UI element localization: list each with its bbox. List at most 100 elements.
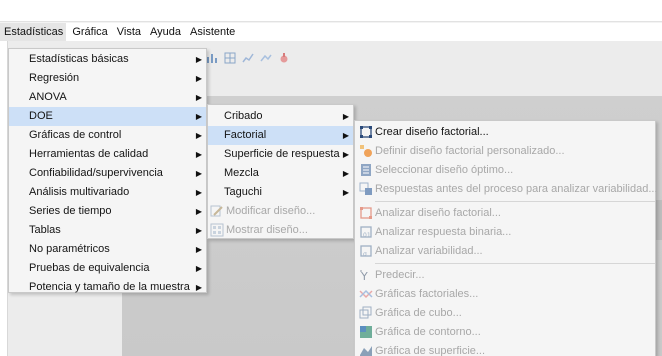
menubar-asistente[interactable]: Asistente <box>184 23 238 41</box>
select-optimal-design-icon <box>359 163 373 177</box>
surface-plot-icon <box>359 344 373 356</box>
menu-item-regresion[interactable]: Regresión ▶ <box>9 69 206 88</box>
menu-item-crear-diseno-factorial[interactable]: Crear diseño factorial... <box>355 123 655 142</box>
menu-separator <box>375 201 655 202</box>
menu-item-cribado[interactable]: Cribado ▶ <box>208 107 353 126</box>
menubar-ayuda[interactable]: Ayuda <box>144 23 184 41</box>
menu-item-label: Confiabilidad/supervivencia <box>29 167 163 179</box>
chart-grid-icon[interactable] <box>223 51 237 65</box>
menu-item-anova[interactable]: ANOVA ▶ <box>9 88 206 107</box>
menu-item-label: Modificar diseño... <box>226 205 316 217</box>
menu-item-label: No paramétricos <box>29 243 110 255</box>
menu-item-modificar-diseno[interactable]: Modificar diseño... <box>208 202 353 221</box>
menu-item-herramientas-de-calidad[interactable]: Herramientas de calidad ▶ <box>9 145 206 164</box>
menu-item-label: Herramientas de calidad <box>29 148 149 160</box>
scatter-icon[interactable] <box>241 51 255 65</box>
menu-item-analizar-variabilidad[interactable]: σ Analizar variabilidad... <box>355 242 655 261</box>
analyze-variability-icon: σ <box>359 244 373 258</box>
factorial-submenu: Crear diseño factorial... Definir diseño… <box>354 120 658 356</box>
menu-item-label: Superficie de respuesta <box>224 148 340 160</box>
left-panel-edge <box>0 41 8 356</box>
doe-submenu: Cribado ▶ Factorial ▶ Superficie de respue… <box>207 104 354 239</box>
menu-item-confiabilidad[interactable]: Confiabilidad/supervivencia ▶ <box>9 164 206 183</box>
submenu-arrow-icon: ▶ <box>195 93 202 102</box>
menu-item-label: Series de tiempo <box>29 205 112 217</box>
submenu-arrow-icon: ▶ <box>342 150 349 159</box>
menu-item-label: Analizar respuesta binaria... <box>375 226 512 238</box>
submenu-arrow-icon: ▶ <box>195 245 202 254</box>
submenu-arrow-icon: ▶ <box>342 169 349 178</box>
menu-item-label: Seleccionar diseño óptimo... <box>375 164 514 176</box>
show-design-icon <box>210 223 224 237</box>
factorial-plots-icon <box>359 287 373 301</box>
menu-item-label: Análisis multivariado <box>29 186 130 198</box>
bar-chart-icon[interactable] <box>205 51 219 65</box>
menu-item-definir-diseno-personalizado[interactable]: Definir diseño factorial personalizado..… <box>355 142 655 161</box>
define-custom-design-icon <box>359 144 373 158</box>
submenu-arrow-icon: ▶ <box>195 283 202 292</box>
menu-item-taguchi[interactable]: Taguchi ▶ <box>208 183 353 202</box>
menubar-grafica[interactable]: Gráfica <box>66 23 110 41</box>
menubar-vista[interactable]: Vista <box>111 23 144 41</box>
menu-item-grafica-de-contorno[interactable]: Gráfica de contorno... <box>355 323 655 342</box>
submenu-arrow-icon: ▶ <box>195 226 202 235</box>
modify-design-icon <box>210 204 224 218</box>
menu-item-label: Pruebas de equivalencia <box>29 262 150 274</box>
menu-item-label: Definir diseño factorial personalizado..… <box>375 145 565 157</box>
analyze-factorial-design-icon <box>359 206 373 220</box>
submenu-arrow-icon: ▶ <box>342 112 349 121</box>
menu-item-superficie-de-respuesta[interactable]: Superficie de respuesta ▶ <box>208 145 353 164</box>
toolbar <box>205 47 291 69</box>
menu-item-graficas-de-control[interactable]: Gráficas de control ▶ <box>9 126 206 145</box>
menu-item-mostrar-diseno[interactable]: Mostrar diseño... <box>208 221 353 240</box>
menu-item-label: Factorial <box>224 129 267 141</box>
analyze-binary-response-icon: 01 <box>359 225 373 239</box>
menu-item-respuestas-antes-del-proceso[interactable]: Respuestas antes del proceso para analiz… <box>355 180 658 199</box>
submenu-arrow-icon: ▶ <box>195 112 202 121</box>
menu-item-no-parametricos[interactable]: No paramétricos ▶ <box>9 240 206 259</box>
menu-item-mezcla[interactable]: Mezcla ▶ <box>208 164 353 183</box>
menu-item-tablas[interactable]: Tablas ▶ <box>9 221 206 240</box>
menu-item-estadisticas-basicas[interactable]: Estadísticas básicas ▶ <box>9 50 206 69</box>
menu-item-label: Potencia y tamaño de la muestra <box>29 281 190 293</box>
menu-item-analizar-diseno-factorial[interactable]: Analizar diseño factorial... <box>355 204 655 223</box>
menu-item-predecir[interactable]: Y Predecir... <box>355 266 655 285</box>
submenu-arrow-icon: ▶ <box>195 150 202 159</box>
menu-item-label: Cribado <box>224 110 263 122</box>
menu-item-label: ANOVA <box>29 91 67 103</box>
menu-item-label: Gráficas de control <box>29 129 122 141</box>
svg-text:Y: Y <box>360 270 368 282</box>
submenu-arrow-icon: ▶ <box>195 264 202 273</box>
menu-separator <box>375 263 655 264</box>
submenu-arrow-icon: ▶ <box>342 188 349 197</box>
menu-item-analisis-multivariado[interactable]: Análisis multivariado ▶ <box>9 183 206 202</box>
menu-item-label: Analizar variabilidad... <box>375 245 483 257</box>
menu-item-label: Crear diseño factorial... <box>375 126 489 138</box>
menu-item-analizar-respuesta-binaria[interactable]: 01 Analizar respuesta binaria... <box>355 223 655 242</box>
menu-item-potencia-y-tamano[interactable]: Potencia y tamaño de la muestra ▶ <box>9 278 206 297</box>
menu-item-doe[interactable]: DOE ▶ <box>9 107 206 126</box>
scroll-edge <box>656 200 662 240</box>
menu-item-series-de-tiempo[interactable]: Series de tiempo ▶ <box>9 202 206 221</box>
pre-process-responses-icon <box>359 182 373 196</box>
menu-item-pruebas-de-equivalencia[interactable]: Pruebas de equivalencia ▶ <box>9 259 206 278</box>
menu-item-grafica-de-cubo[interactable]: Gráfica de cubo... <box>355 304 655 323</box>
menu-item-label: Tablas <box>29 224 61 236</box>
menu-item-graficas-factoriales[interactable]: Gráficas factoriales... <box>355 285 655 304</box>
menu-item-label: Predecir... <box>375 269 425 281</box>
menu-item-label: Gráfica de superficie... <box>375 345 486 356</box>
menubar-estadisticas[interactable]: Estadísticas <box>0 23 67 41</box>
menu-item-label: Analizar diseño factorial... <box>375 207 501 219</box>
menu-item-label: Gráficas factoriales... <box>375 288 479 300</box>
menu-item-label: DOE <box>29 110 53 122</box>
menu-item-grafica-de-superficie[interactable]: Gráfica de superficie... <box>355 342 655 356</box>
line-plot-icon[interactable] <box>259 51 273 65</box>
create-factorial-design-icon <box>359 125 373 139</box>
menu-item-factorial[interactable]: Factorial ▶ <box>208 126 353 145</box>
menu-item-label: Taguchi <box>224 186 262 198</box>
menu-item-seleccionar-diseno-optimo[interactable]: Seleccionar diseño óptimo... <box>355 161 655 180</box>
brush-icon[interactable] <box>277 51 291 65</box>
window-top-edge <box>0 0 662 22</box>
menu-item-label: Respuestas antes del proceso para analiz… <box>375 183 658 195</box>
menu-item-label: Mezcla <box>224 167 259 179</box>
